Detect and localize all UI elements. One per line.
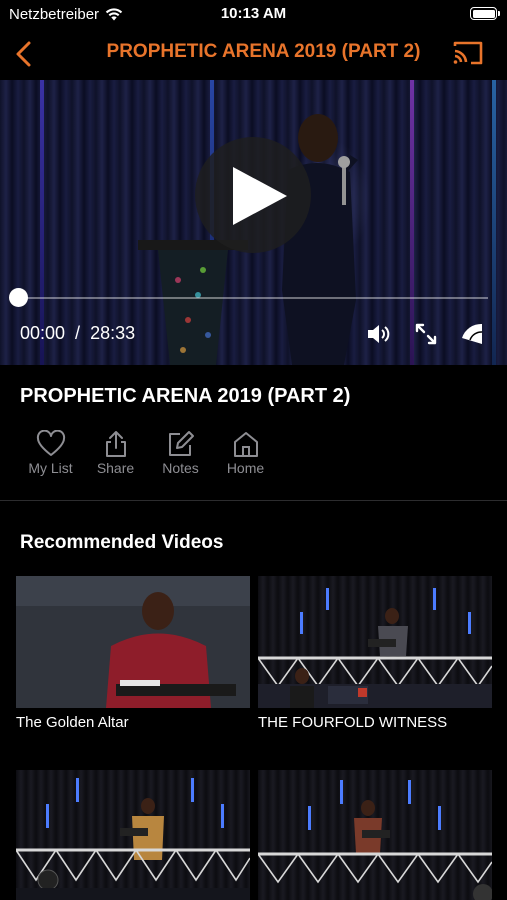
video-card-title: The Golden Altar xyxy=(16,714,129,731)
video-card[interactable] xyxy=(258,770,492,900)
video-card-title: THE FOURFOLD WITNESS xyxy=(258,714,448,731)
thumbnail-image xyxy=(258,780,492,900)
share-icon xyxy=(105,431,126,457)
time-readout: 00:00 / 28:33 xyxy=(20,323,135,344)
volume-icon xyxy=(368,325,390,343)
progress-knob[interactable] xyxy=(9,288,28,307)
video-player[interactable]: 00:00 / 28:33 xyxy=(0,80,507,365)
video-card[interactable]: The Golden Altar xyxy=(16,576,250,731)
airplay-icon xyxy=(462,323,483,344)
duration: 28:33 xyxy=(90,323,136,343)
time-separator: / xyxy=(75,323,81,343)
video-thumbnail xyxy=(16,770,250,900)
thumbnail-image xyxy=(16,576,250,708)
current-time: 00:00 xyxy=(20,323,66,343)
home-label: Home xyxy=(226,460,265,476)
share-button[interactable]: Share xyxy=(83,430,148,476)
thumbnail-image xyxy=(258,588,492,708)
heart-icon xyxy=(36,430,65,456)
play-icon xyxy=(233,167,287,225)
cast-icon xyxy=(453,41,483,65)
nav-bar: PROPHETIC ARENA 2019 (PART 2) xyxy=(0,28,507,80)
action-bar: My List Share Notes Home xyxy=(18,430,278,476)
expand-icon xyxy=(415,323,437,345)
notes-label: Notes xyxy=(162,460,199,476)
chevron-left-icon xyxy=(16,41,31,67)
cast-button[interactable] xyxy=(453,40,483,66)
nav-title: PROPHETIC ARENA 2019 (PART 2) xyxy=(106,41,421,62)
video-thumbnail xyxy=(258,770,492,900)
video-card[interactable]: THE FOURFOLD WITNESS xyxy=(258,576,492,731)
recommended-heading: Recommended Videos xyxy=(20,532,224,553)
section-divider xyxy=(0,500,507,501)
airplay-button[interactable] xyxy=(460,322,484,351)
video-card[interactable] xyxy=(16,770,250,900)
home-button[interactable]: Home xyxy=(213,430,278,476)
video-title: PROPHETIC ARENA 2019 (PART 2) xyxy=(20,385,351,407)
video-thumbnail xyxy=(16,576,250,708)
home-icon xyxy=(233,432,258,457)
edit-icon xyxy=(168,431,194,456)
video-thumbnail xyxy=(258,576,492,708)
play-button[interactable] xyxy=(195,137,311,253)
thumbnail-image xyxy=(16,778,250,900)
share-label: Share xyxy=(96,460,135,476)
status-time: 10:13 AM xyxy=(220,5,287,22)
progress-bar[interactable] xyxy=(9,288,488,307)
my-list-button[interactable]: My List xyxy=(18,430,83,476)
notes-button[interactable]: Notes xyxy=(148,430,213,476)
back-button[interactable] xyxy=(12,40,36,68)
my-list-label: My List xyxy=(28,460,73,476)
battery-icon xyxy=(470,7,500,20)
volume-button[interactable] xyxy=(366,323,392,350)
status-bar: Netzbetreiber 10:13 AM xyxy=(0,0,507,28)
fullscreen-button[interactable] xyxy=(414,322,438,351)
